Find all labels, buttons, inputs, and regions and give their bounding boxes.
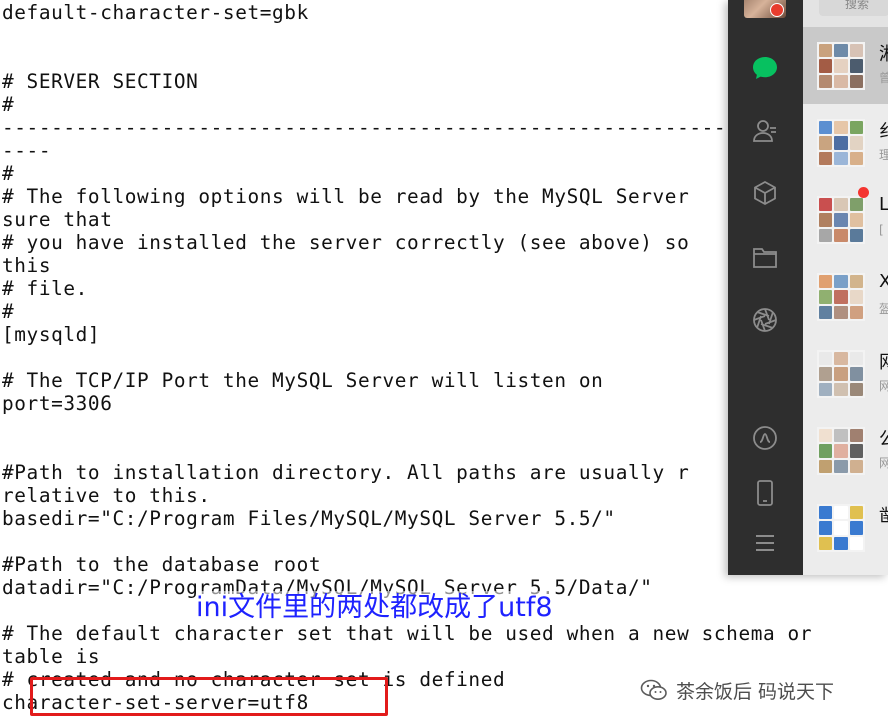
phone-icon[interactable] [750,478,780,508]
code-line: port=3306 [2,392,113,415]
code-line: this [2,254,52,277]
favorites-icon[interactable] [750,178,780,208]
code-line: # file. [2,277,88,300]
chat-preview: 曾 [879,71,888,85]
search-input[interactable]: 搜索 [819,0,888,16]
code-line: #Path to installation directory. All pat… [2,461,690,484]
code-line: ---- [2,139,52,162]
code-line: table is [2,645,101,668]
code-line: ----------------------------------------… [2,116,751,139]
chat-preview: 网 [879,379,888,393]
chat-item[interactable]: 湘曾 [803,27,888,104]
wechat-window: 搜索 湘曾纟理L[X盔网网公网凿 [728,0,888,575]
code-line: # [2,300,15,323]
chat-preview: 网 [879,456,888,470]
chat-item[interactable]: 网网 [803,335,888,412]
chat-item[interactable]: X盔 [803,258,888,335]
code-line: # SERVER SECTION [2,70,199,93]
code-line: # The default character set that will be… [2,622,813,645]
code-line: sure that [2,208,113,231]
chat-name: 网 [879,348,888,374]
highlight-box [30,677,388,716]
code-line: basedir="C:/Program Files/MySQL/MySQL Se… [2,507,616,530]
chat-name: X [879,271,888,292]
watermark-text: 茶余饭后 码说天下 [676,680,835,703]
chat-preview: 理 [879,148,888,162]
chat-icon[interactable] [750,53,780,83]
code-line: relative to this. [2,484,211,507]
code-line: # The following options will be read by … [2,185,690,208]
wechat-sidebar [728,0,803,575]
chat-name: 公 [879,425,888,451]
chat-name: L [879,194,888,215]
code-line: # [2,162,15,185]
channels-icon[interactable] [750,423,780,453]
chat-item[interactable]: 公网 [803,412,888,489]
chat-avatar [817,273,865,321]
code-line: default-character-set=gbk [2,1,309,24]
chat-avatar [817,42,865,90]
watermark: 茶余饭后 码说天下 [640,676,834,704]
code-line: # The TCP/IP Port the MySQL Server will … [2,369,604,392]
files-icon[interactable] [750,242,780,272]
unread-badge [858,187,869,198]
chat-avatar [817,350,865,398]
menu-icon[interactable] [750,528,780,558]
wechat-icon [640,678,668,702]
chat-avatar [817,196,865,244]
chat-item[interactable]: 纟理 [803,104,888,181]
avatar-badge [770,3,784,17]
chat-avatar [817,427,865,475]
chat-preview: 盔 [879,302,888,316]
code-line: [mysqld] [2,323,101,346]
chat-preview: [ [879,223,884,237]
chat-item[interactable]: 凿 [803,489,888,566]
chat-item[interactable]: L[ [803,181,888,258]
code-line: # you have installed the server correctl… [2,231,690,254]
moments-icon[interactable] [750,305,780,335]
code-line: #Path to the database root [2,553,322,576]
contacts-icon[interactable] [750,116,780,146]
code-line: # [2,93,15,116]
annotation-text: ini文件里的两处都改成了utf8 [196,591,553,625]
chat-list: 搜索 湘曾纟理L[X盔网网公网凿 [803,0,888,575]
chat-name: 凿 [879,502,888,528]
chat-avatar [817,119,865,167]
chat-name: 纟 [879,117,888,143]
chat-name: 湘 [879,40,888,66]
search-strip: 搜索 [803,0,888,27]
chat-avatar [817,504,865,552]
